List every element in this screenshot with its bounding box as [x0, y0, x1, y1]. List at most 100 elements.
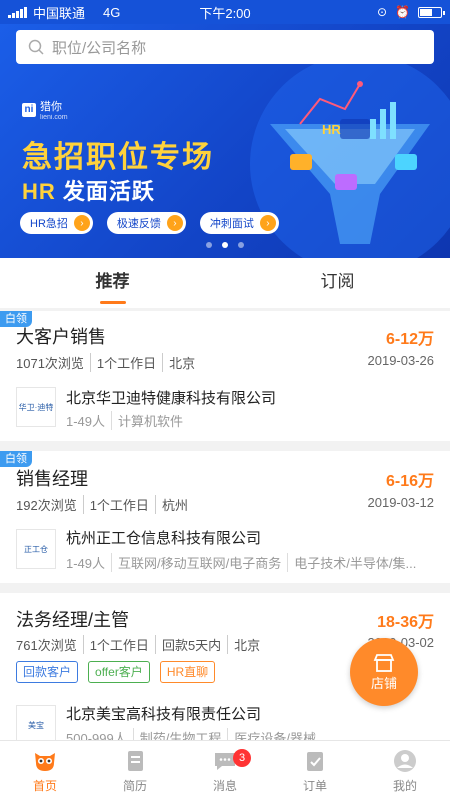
job-views: 1071次浏览	[16, 356, 84, 371]
company-industry-2: 电子技术/半导体/集...	[287, 553, 416, 572]
bottom-nav: 首页 简历 3 消息 订单 我的	[0, 740, 450, 800]
search-placeholder: 职位/公司名称	[52, 39, 147, 57]
nav-label: 订单	[302, 779, 327, 793]
carousel-dot[interactable]	[238, 242, 244, 248]
tab-recommended[interactable]: 推荐	[0, 258, 225, 308]
job-title: 大客户销售	[16, 327, 106, 347]
job-salary: 6-16万	[385, 473, 434, 490]
shop-fab-button[interactable]: 店铺	[350, 638, 418, 706]
job-date: 2019-03-26	[367, 353, 435, 368]
brand-logo: ni 猎你 lieni.com	[22, 98, 68, 121]
nav-label: 首页	[32, 779, 57, 793]
job-views: 761次浏览	[16, 638, 77, 653]
company-size: 1-49人	[66, 556, 106, 571]
job-response: 1个工作日	[82, 495, 149, 514]
banner-sub-hr: HR	[22, 179, 56, 204]
job-meta: 192次浏览 1个工作日 杭州	[16, 495, 188, 514]
banner-title: 急招职位专场	[22, 141, 214, 174]
badge-payback-client: 回款客户	[16, 661, 79, 683]
logo-mark-icon: ni	[22, 102, 36, 117]
company-logo-text: 正工仓	[24, 544, 48, 554]
signal-icon	[8, 6, 27, 18]
arrow-right-icon: ›	[73, 215, 90, 231]
company-name: 北京美宝高科技有限责任公司	[66, 706, 262, 723]
arrow-right-icon: ›	[259, 215, 276, 231]
company-info: 1-49人 互联网/移动互联网/电子商务 电子技术/半导体/集...	[66, 553, 434, 572]
job-badges: 回款客户 offer客户 HR直聊	[16, 661, 216, 683]
network-label: 4G	[103, 4, 121, 20]
banner-sub-rest: 发面活跃	[55, 179, 155, 204]
alarm-icon: ⏰	[395, 5, 410, 19]
search-icon	[28, 39, 44, 55]
battery-icon	[418, 6, 445, 18]
carrier-label: 中国联通	[33, 5, 86, 21]
job-date: 2019-03-12	[367, 495, 435, 510]
job-response: 1个工作日	[82, 635, 149, 654]
status-bar: 中国联通 4G 下午2:00 ⊙ ⏰	[0, 0, 450, 24]
unread-badge: 3	[233, 749, 251, 767]
nav-orders[interactable]: 订单	[270, 741, 360, 800]
job-salary: 18-36万	[377, 614, 434, 631]
nav-label: 消息	[212, 779, 237, 793]
nav-messages[interactable]: 3 消息	[180, 741, 270, 800]
company-logo: 华卫·迪特	[16, 387, 56, 427]
logo-text: 猎你	[40, 101, 62, 113]
badge-hr-chat: HR直聊	[159, 661, 216, 683]
nav-label: 我的	[392, 779, 417, 793]
job-views: 192次浏览	[16, 498, 77, 513]
nav-profile[interactable]: 我的	[360, 741, 450, 800]
shop-icon	[373, 653, 395, 672]
nav-label: 简历	[122, 779, 147, 793]
owl-home-icon	[35, 753, 55, 771]
job-meta: 761次浏览 1个工作日 回款5天内 北京	[16, 635, 260, 654]
company-logo-text: 美宝	[28, 720, 44, 730]
pill-label: 极速反馈	[116, 218, 161, 230]
pill-fast-feedback[interactable]: 极速反馈 ›	[106, 212, 186, 234]
profile-icon	[394, 750, 416, 772]
company-size: 500-999人	[66, 731, 127, 740]
job-card[interactable]: 白领 销售经理 6-16万 192次浏览 1个工作日 杭州 2019-03-12 正…	[0, 451, 450, 583]
promo-banner[interactable]: 职位/公司名称 ni 猎你 lieni.com HR 急招职位专场 HR 发面活跃…	[0, 24, 450, 258]
job-meta: 1071次浏览 1个工作日 北京	[16, 353, 195, 372]
pill-label: HR急招	[30, 218, 68, 230]
company-info: 500-999人 制药/生物工程 医疗设备/器械	[66, 728, 434, 740]
job-payback: 回款5天内	[154, 635, 221, 654]
banner-subtitle: HR 发面活跃	[22, 174, 155, 206]
pill-sprint-interview[interactable]: 冲刺面试 ›	[199, 212, 279, 234]
job-city: 北京	[162, 353, 195, 372]
company-industry: 制药/生物工程	[132, 728, 221, 740]
shop-label: 店铺	[370, 675, 397, 691]
company-logo-text: 华卫·迪特	[18, 402, 54, 412]
company-logo: 正工仓	[16, 529, 56, 569]
job-title: 法务经理/主管	[16, 610, 130, 630]
job-city: 北京	[227, 635, 260, 654]
pill-hr-urgent[interactable]: HR急招 ›	[20, 212, 93, 234]
job-title: 销售经理	[16, 469, 88, 489]
arrow-right-icon: ›	[166, 215, 183, 231]
carousel-dots	[0, 242, 450, 248]
company-logo: 美宝	[16, 705, 56, 740]
rotation-lock-icon: ⊙	[376, 5, 388, 19]
hr-badge: HR	[322, 122, 341, 137]
resume-icon	[128, 751, 143, 771]
company-info: 1-49人 计算机软件	[66, 411, 434, 430]
carousel-dot-active[interactable]	[222, 242, 228, 248]
tab-subscribed[interactable]: 订阅	[225, 258, 450, 308]
nav-home[interactable]: 首页	[0, 741, 90, 800]
badge-offer-client: offer客户	[88, 661, 150, 683]
search-input[interactable]: 职位/公司名称	[16, 30, 434, 64]
company-industry-2: 医疗设备/器械	[227, 728, 316, 740]
pill-label: 冲刺面试	[209, 218, 254, 230]
job-card[interactable]: 白领 大客户销售 6-12万 1071次浏览 1个工作日 北京 2019-03-26…	[0, 311, 450, 441]
job-response: 1个工作日	[89, 353, 156, 372]
company-size: 1-49人	[66, 414, 106, 429]
nav-resume[interactable]: 简历	[90, 741, 180, 800]
logo-sub: lieni.com	[40, 114, 68, 121]
job-city: 杭州	[154, 495, 188, 514]
order-icon	[307, 752, 323, 771]
feed-tabs: 推荐 订阅	[0, 258, 450, 308]
job-salary: 6-12万	[385, 331, 434, 348]
company-name: 北京华卫迪特健康科技有限公司	[66, 390, 277, 407]
company-industry: 计算机软件	[111, 411, 183, 430]
carousel-dot[interactable]	[206, 242, 212, 248]
